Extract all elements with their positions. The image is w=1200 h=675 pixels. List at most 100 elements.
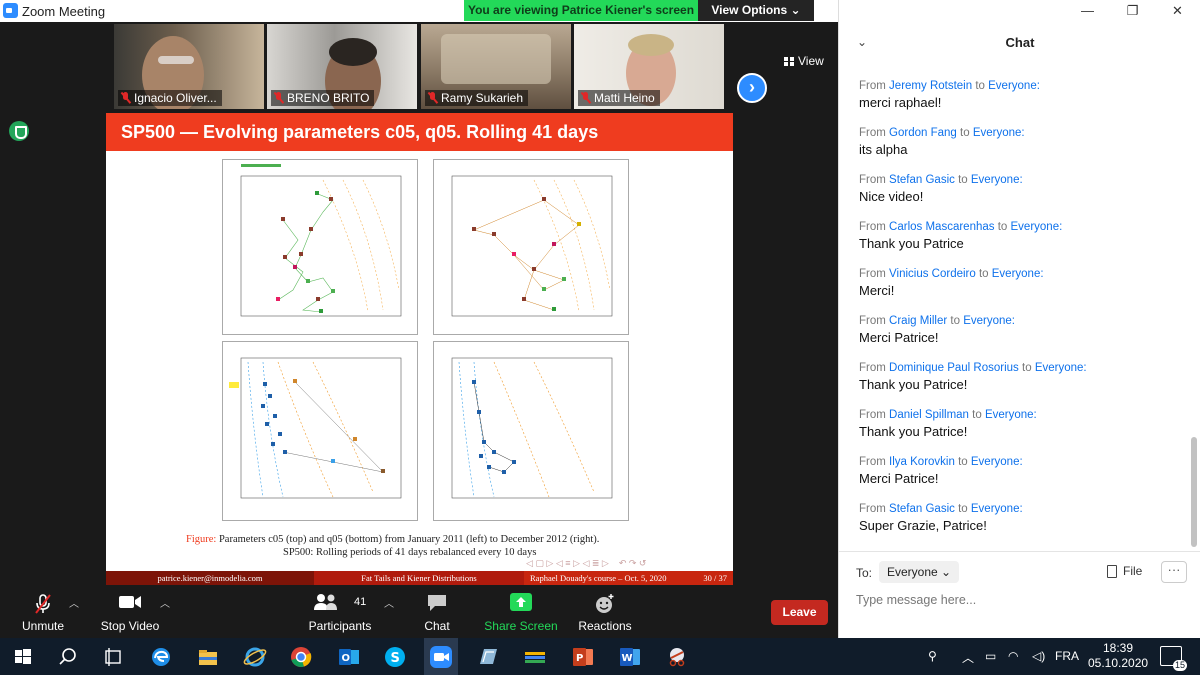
plot-top-right-svg	[451, 175, 613, 317]
svg-text:S: S	[391, 651, 400, 666]
chat-message-list: From Jeremy Rotstein to Everyone: merci …	[859, 80, 1184, 550]
chat-label: Chat	[424, 619, 450, 633]
recipient-dropdown[interactable]: Everyone ⌄	[879, 561, 960, 583]
notifications-icon[interactable]: 15	[1160, 646, 1187, 671]
volume-icon[interactable]: ◁)	[1032, 649, 1045, 663]
close-icon[interactable]: ✕	[1155, 0, 1200, 22]
message-text: Merci Patrice!	[859, 330, 939, 345]
message-text: Nice video!	[859, 189, 924, 204]
participant-name-tag: Matti Heino	[578, 90, 660, 106]
share-screen-label: Share Screen	[484, 619, 558, 633]
footer-page-number: 30 / 37	[703, 573, 727, 583]
smiley-plus-icon	[596, 594, 614, 613]
word-icon[interactable]: W	[617, 644, 643, 670]
security-shield-icon[interactable]	[9, 121, 29, 141]
footer-author: patrice.kiener@inmodelia.com	[106, 571, 314, 585]
to-label: To:	[856, 566, 873, 580]
beamer-navigation-icons: ◁ ▢ ▷ ◁ ≡ ▷ ◁ ≣ ▷ ↶ ↷ ↺	[526, 558, 647, 568]
plot-panel-top-left	[222, 159, 418, 335]
chat-panel: — ❐ ✕ Chat ⌄ From Jeremy Rotstein to Eve…	[838, 0, 1200, 638]
recipient-name: Everyone:	[1010, 221, 1063, 233]
more-options-button[interactable]: ···	[1161, 561, 1187, 583]
notes-app-icon[interactable]	[475, 644, 501, 670]
reactions-button[interactable]: Reactions	[574, 585, 636, 638]
app-stripes-icon[interactable]	[522, 644, 548, 670]
sender-name: Daniel Spillman	[889, 409, 969, 421]
chat-message: From Carlos Mascarenhas to Everyone: Tha…	[859, 221, 1184, 268]
chevron-up-icon[interactable]: ︿	[962, 649, 974, 666]
recipient-name: Everyone:	[963, 315, 1015, 327]
taskbar-clock[interactable]: 18:39 05.10.2020	[1088, 641, 1148, 671]
participant-name-tag: Ramy Sukarieh	[425, 90, 529, 106]
battery-icon[interactable]: ▭	[985, 649, 996, 663]
participants-count: 41	[354, 596, 367, 608]
slide-footer: patrice.kiener@inmodelia.com Fat Tails a…	[106, 571, 733, 585]
chat-scrollbar-thumb[interactable]	[1191, 437, 1197, 547]
minimize-icon[interactable]: —	[1065, 0, 1110, 22]
message-meta: From Stefan Gasic to Everyone:	[859, 174, 1023, 186]
sender-name: Carlos Mascarenhas	[889, 221, 995, 233]
view-options-button[interactable]: View Options ⌄	[698, 0, 814, 21]
chrome-icon[interactable]	[288, 644, 314, 670]
chat-message-input[interactable]	[856, 590, 1186, 610]
shared-slide: SP500 — Evolving parameters c05, q05. Ro…	[106, 113, 733, 585]
message-text: its alpha	[859, 142, 908, 157]
participants-options-caret-icon[interactable]: ︿	[384, 595, 394, 610]
unmute-button[interactable]: Unmute	[13, 585, 73, 638]
participant-name: Ignacio Oliver...	[134, 91, 217, 105]
zoom-taskbar-button[interactable]	[424, 638, 458, 675]
share-screen-button[interactable]: Share Screen	[484, 585, 558, 638]
chat-divider	[839, 551, 1200, 552]
file-label: File	[1123, 564, 1143, 578]
message-meta: From Vinicius Cordeiro to Everyone:	[859, 268, 1044, 280]
gallery-view-button[interactable]: View	[784, 52, 824, 70]
slide-title: SP500 — Evolving parameters c05, q05. Ro…	[121, 122, 599, 142]
figure-label: Figure:	[186, 534, 217, 545]
video-tile[interactable]: Matti Heino	[574, 24, 724, 109]
video-tile[interactable]: BRENO BRITO	[267, 24, 417, 109]
chat-scrollbar[interactable]	[1191, 62, 1197, 550]
input-language[interactable]: FRA	[1055, 649, 1079, 663]
windows-start-icon[interactable]	[10, 644, 36, 670]
plot-bottom-right-svg	[451, 357, 613, 499]
restore-icon[interactable]: ❐	[1110, 0, 1155, 22]
chevron-down-icon[interactable]: ⌄	[857, 35, 867, 49]
search-icon[interactable]	[55, 644, 81, 670]
outlook-icon[interactable]: O	[336, 644, 362, 670]
recipient-value: Everyone	[887, 565, 938, 579]
next-page-arrow-icon[interactable]: ›	[737, 73, 767, 103]
message-text: Thank you Patrice!	[859, 424, 968, 439]
message-meta: From Craig Miller to Everyone:	[859, 315, 1015, 327]
people-icon[interactable]: ⚲	[928, 649, 937, 663]
mic-muted-icon	[580, 92, 591, 104]
stop-video-button[interactable]: Stop Video	[96, 585, 164, 638]
participant-name-tag: BRENO BRITO	[271, 90, 375, 106]
file-button[interactable]: File	[1107, 564, 1142, 578]
svg-text:P: P	[576, 653, 583, 664]
wifi-icon[interactable]: ◠	[1008, 649, 1018, 663]
message-text: Merci!	[859, 283, 895, 298]
task-view-icon[interactable]	[100, 644, 126, 670]
internet-explorer-icon[interactable]	[242, 644, 268, 670]
audio-options-caret-icon[interactable]: ︿	[69, 595, 79, 610]
meeting-window: Zoom Meeting You are viewing Patrice Kie…	[0, 0, 838, 638]
window-controls: — ❐ ✕	[1065, 0, 1200, 22]
video-tile[interactable]: Ramy Sukarieh	[421, 24, 571, 109]
leave-meeting-button[interactable]: Leave	[771, 600, 828, 625]
participant-name: Matti Heino	[594, 91, 655, 105]
edge-browser-icon[interactable]	[148, 644, 174, 670]
chat-message: From Vinicius Cordeiro to Everyone: Merc…	[859, 268, 1184, 315]
message-meta: From Daniel Spillman to Everyone:	[859, 409, 1037, 421]
message-text: Super Grazie, Patrice!	[859, 518, 987, 533]
sender-name: Ilya Korovkin	[889, 456, 955, 468]
participants-button[interactable]: 41 Participants	[305, 585, 375, 638]
powerpoint-icon[interactable]: P	[570, 644, 596, 670]
chat-button[interactable]: Chat	[412, 585, 462, 638]
video-tile[interactable]: Ignacio Oliver...	[114, 24, 264, 109]
file-explorer-icon[interactable]	[195, 644, 221, 670]
snipping-tool-icon[interactable]	[664, 644, 690, 670]
video-options-caret-icon[interactable]: ︿	[160, 595, 170, 610]
sender-name: Stefan Gasic	[889, 503, 955, 515]
skype-icon[interactable]: S	[382, 644, 408, 670]
footer-course: Raphael Douady's course – Oct. 5, 2020	[530, 573, 667, 583]
